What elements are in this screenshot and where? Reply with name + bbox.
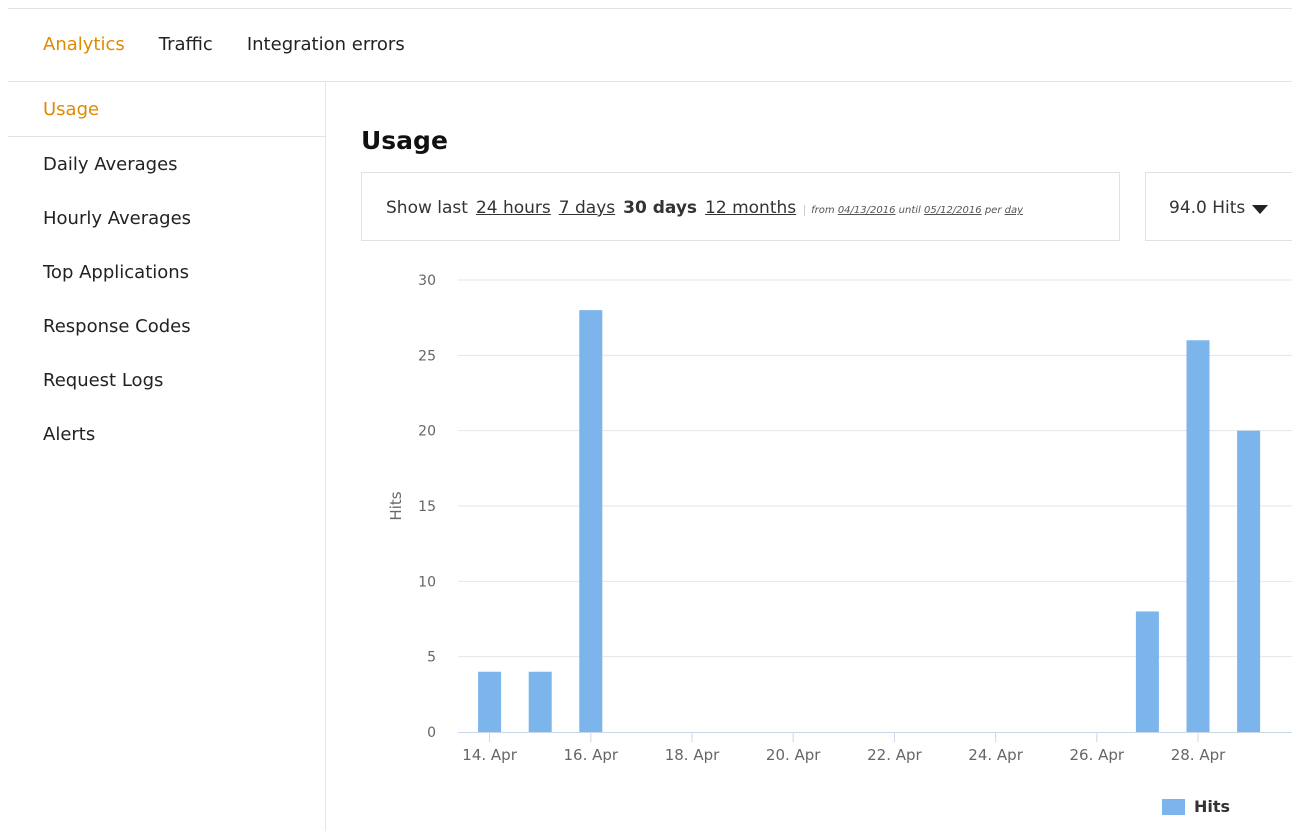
chart-legend[interactable]: Hits [1162, 797, 1230, 816]
hits-dropdown[interactable]: 94.0 Hits [1145, 172, 1292, 241]
tab-traffic[interactable]: Traffic [159, 34, 213, 55]
x-tick-label: 28. Apr [1171, 746, 1226, 764]
sidebar: Usage Daily Averages Hourly Averages Top… [8, 82, 326, 831]
bar [1186, 340, 1210, 732]
bar [528, 671, 552, 732]
y-tick-label: 25 [418, 348, 436, 364]
bar [1237, 430, 1261, 732]
until-date-link[interactable]: 05/12/2016 [924, 205, 982, 216]
bar [478, 671, 502, 732]
sidebar-item-top-applications[interactable]: Top Applications [43, 262, 189, 283]
interval-link[interactable]: day [1005, 205, 1023, 216]
time-range-filter: Show last 24 hours 7 days 30 days 12 months f… [361, 172, 1120, 241]
sidebar-item-request-logs[interactable]: Request Logs [43, 370, 163, 391]
x-tick-label: 26. Apr [1070, 746, 1125, 764]
y-tick-label: 15 [418, 499, 436, 515]
x-tick-label: 14. Apr [462, 746, 517, 764]
range-12-months-link[interactable]: 12 months [705, 198, 796, 218]
sidebar-item-daily-averages[interactable]: Daily Averages [43, 154, 178, 175]
caret-down-icon [1252, 205, 1268, 214]
from-date-link[interactable]: 04/13/2016 [838, 205, 896, 216]
range-30-days-selected[interactable]: 30 days [623, 198, 697, 218]
bar [1135, 611, 1159, 732]
y-tick-label: 5 [427, 650, 436, 666]
top-border [8, 8, 1292, 9]
hits-value: 94.0 Hits [1169, 198, 1246, 218]
x-tick-label: 18. Apr [665, 746, 720, 764]
sidebar-item-response-codes[interactable]: Response Codes [43, 316, 191, 337]
legend-label: Hits [1194, 797, 1231, 816]
tab-integration-errors[interactable]: Integration errors [247, 34, 405, 55]
y-tick-label: 10 [418, 574, 436, 590]
date-range-details: from 04/13/2016 until 05/12/2016 per day [804, 205, 1024, 216]
sidebar-item-hourly-averages[interactable]: Hourly Averages [43, 208, 191, 229]
legend-swatch [1162, 798, 1185, 815]
x-tick-label: 16. Apr [564, 746, 619, 764]
from-label: from [811, 205, 835, 216]
top-navigation: Analytics Traffic Integration errors [43, 34, 439, 55]
x-tick-label: 22. Apr [867, 746, 922, 764]
sidebar-item-alerts[interactable]: Alerts [43, 424, 95, 445]
filter-prefix: Show last [386, 198, 468, 218]
x-tick-label: 20. Apr [766, 746, 821, 764]
tab-analytics[interactable]: Analytics [43, 34, 125, 55]
y-tick-label: 20 [418, 424, 436, 440]
y-tick-label: 30 [418, 273, 436, 289]
sidebar-divider [8, 136, 325, 137]
range-7-days-link[interactable]: 7 days [559, 198, 615, 218]
y-tick-label: 0 [427, 725, 436, 741]
y-axis-title: Hits [387, 491, 405, 520]
range-24-hours-link[interactable]: 24 hours [476, 198, 551, 218]
until-label: until [898, 205, 921, 216]
sidebar-item-usage[interactable]: Usage [43, 99, 99, 120]
per-label: per [984, 205, 1002, 216]
page-title: Usage [361, 126, 448, 155]
usage-chart: 0 5 10 15 20 25 30 Hits 14. Apr 16. Apr 18. Apr 20.… [387, 273, 1292, 764]
bar [579, 310, 603, 732]
x-tick-label: 24. Apr [968, 746, 1023, 764]
